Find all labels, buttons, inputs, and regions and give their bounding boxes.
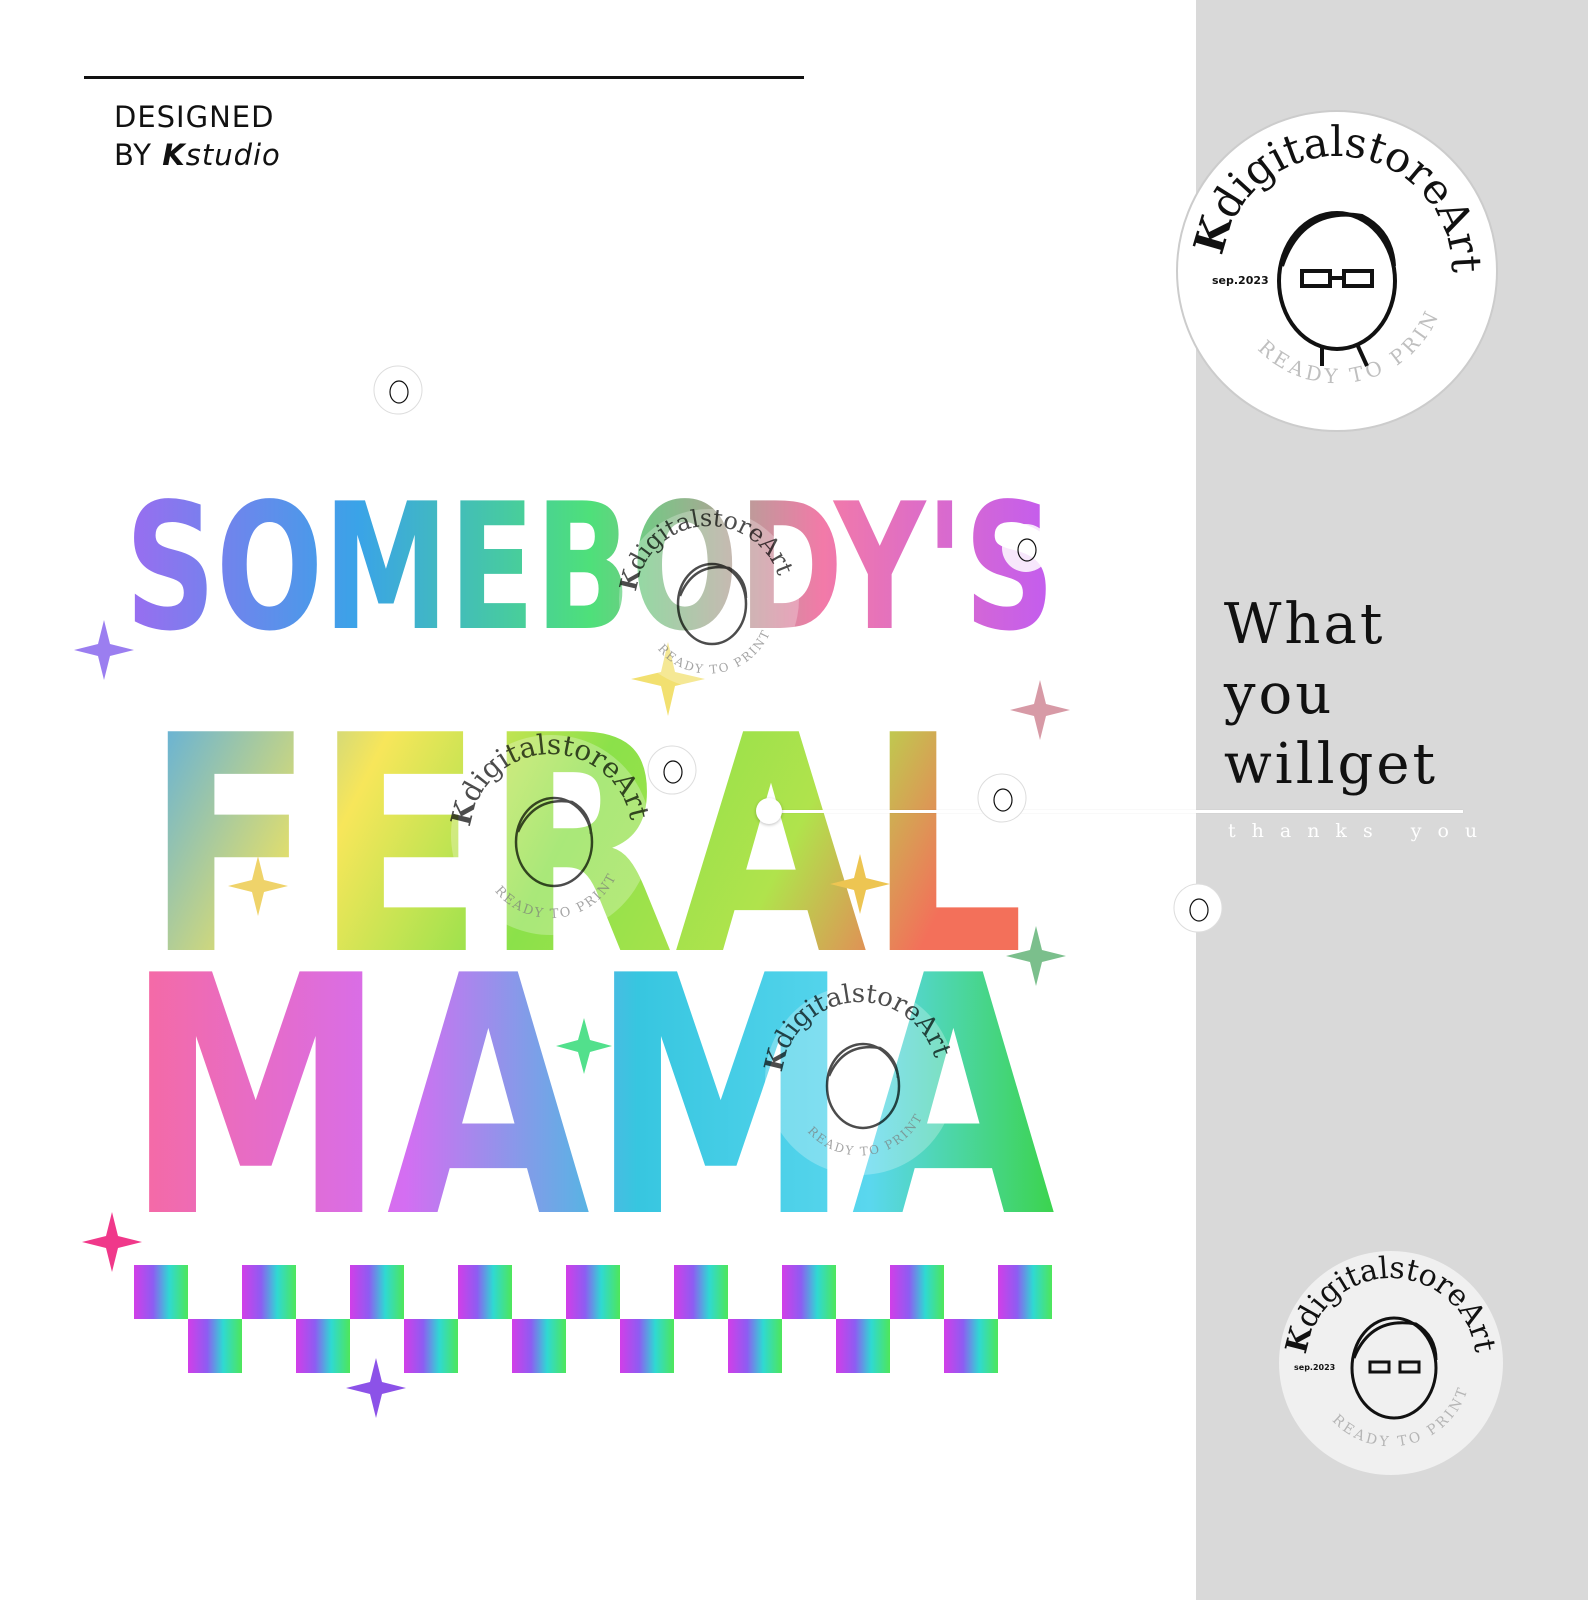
brand-name: studio — [185, 138, 281, 172]
watermark-date: sep.2023 — [1212, 274, 1269, 287]
watermark-logo-mid-3: KdigitalstoreArt READY TO PRINT — [760, 980, 957, 1175]
watermark-badge-small — [373, 365, 423, 415]
divider-line — [775, 810, 1463, 813]
watermark-badge-small — [977, 773, 1027, 823]
feral-mama-artwork: SOMEBODY'S FERAL MAMA — [74, 467, 1070, 1418]
watermark-logo-bottom: KdigitalstoreArt READY TO PRINT sep.2023 — [1279, 1251, 1503, 1475]
thanks-subtitle: thanks you — [1228, 820, 1494, 842]
headline-line-2: you — [1223, 662, 1335, 727]
credit-line-2: BY Kstudio — [114, 138, 281, 172]
watermark-badge-small — [647, 745, 697, 795]
headline-line-3: willget — [1223, 732, 1438, 797]
brand-k-mark: K — [162, 138, 186, 172]
checkerboard-band — [134, 1265, 1052, 1373]
sparkle-icon — [346, 1358, 406, 1418]
watermark-logo-large: KdigitalstoreArt READY TO PRINT sep.2023 — [1172, 106, 1498, 432]
credit-line-1: DESIGNED — [114, 100, 275, 134]
designer-credit: DESIGNED BY Kstudio — [114, 98, 281, 174]
top-rule — [84, 76, 804, 79]
watermark-logo-mid-1: KdigitalstoreArt READY TO PRINT — [614, 504, 799, 689]
headline-line-1: What — [1223, 592, 1386, 657]
headline-block: What you willget — [1224, 590, 1438, 800]
watermark-logo-mid-2: KdigitalstoreArt READY TO PRINT — [446, 730, 656, 935]
divider-dot — [756, 798, 782, 824]
artwork-line-1: SOMEBODY'S — [125, 467, 1055, 670]
watermark-date: sep.2023 — [1294, 1363, 1335, 1372]
watermark-badge-small — [1173, 883, 1223, 933]
watermark-badge-small — [1002, 524, 1050, 572]
